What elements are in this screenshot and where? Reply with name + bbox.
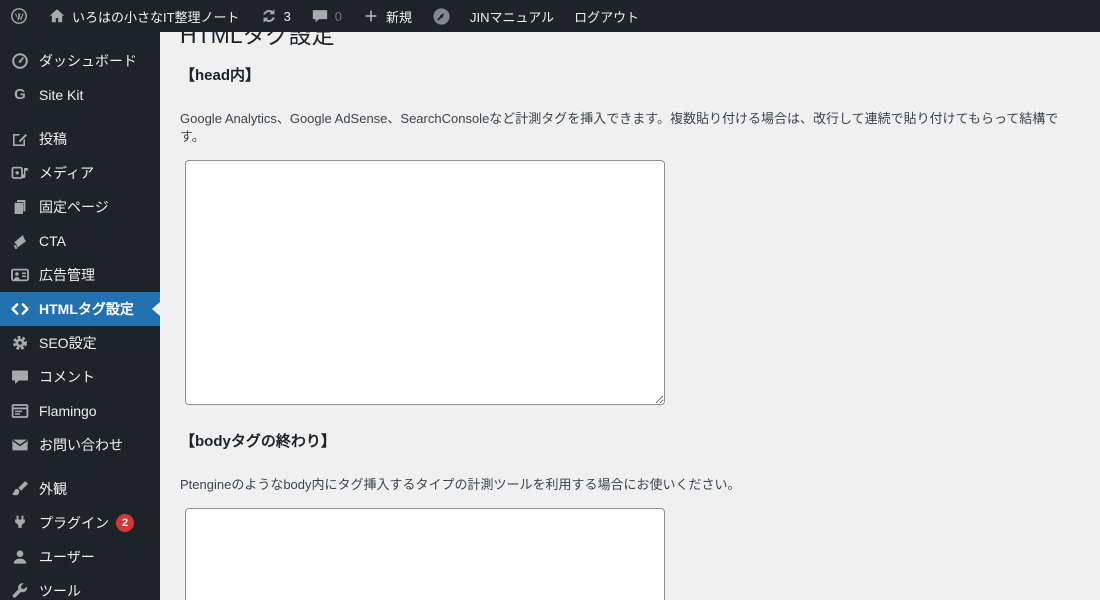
menu-separator	[0, 112, 160, 122]
comment-count: 0	[334, 8, 343, 24]
plugin-update-badge: 2	[116, 514, 134, 532]
sidebar-item-label: HTMLタグ設定	[39, 301, 134, 317]
sidebar-item-plugins[interactable]: プラグイン 2	[0, 506, 160, 540]
sidebar-item-label: コメント	[39, 369, 95, 385]
sidebar-item-label: プラグイン	[39, 515, 109, 531]
sidebar-item-flamingo[interactable]: Flamingo	[0, 394, 160, 428]
sidebar-item-label: CTA	[39, 233, 66, 249]
site-name: いろはの小さなIT整理ノート	[72, 9, 240, 25]
logout-label: ログアウト	[574, 9, 640, 25]
megaphone-icon	[10, 231, 30, 251]
feedback-icon	[10, 401, 30, 421]
sidebar-item-tools[interactable]: ツール	[0, 574, 160, 600]
comments-button[interactable]: 0	[301, 0, 352, 32]
wordpress-logo-icon	[10, 7, 28, 25]
sidebar-item-seo-settings[interactable]: SEO設定	[0, 326, 160, 360]
dashboard-icon	[10, 51, 30, 71]
sidebar-item-label: ダッシュボード	[39, 53, 137, 69]
sidebar-item-label: お問い合わせ	[39, 437, 123, 453]
wordpress-menu-button[interactable]	[0, 0, 38, 32]
site-name-link[interactable]: いろはの小さなIT整理ノート	[38, 0, 250, 32]
new-content-button[interactable]: 新規	[352, 0, 422, 32]
sidebar-item-label: 固定ページ	[39, 199, 109, 215]
sidebar-item-label: ユーザー	[39, 549, 95, 565]
admin-bar: いろはの小さなIT整理ノート 3 0 新規 JINマニュアル ログアウト	[0, 0, 1100, 32]
sidebar-item-label: ツール	[39, 583, 81, 599]
head-section-heading: 【head内】	[180, 66, 261, 84]
post-icon	[10, 129, 30, 149]
sidebar-item-ad-management[interactable]: 広告管理	[0, 258, 160, 292]
sidebar-item-media[interactable]: メディア	[0, 156, 160, 190]
sidebar-item-comments[interactable]: コメント	[0, 360, 160, 394]
logout-link[interactable]: ログアウト	[564, 0, 649, 32]
updates-icon	[260, 7, 278, 25]
user-icon	[10, 547, 30, 567]
sidebar-item-label: 広告管理	[39, 267, 95, 283]
site-kit-bar-button[interactable]	[422, 0, 460, 32]
sidebar-item-cta[interactable]: CTA	[0, 224, 160, 258]
body-tags-textarea[interactable]	[185, 508, 665, 600]
head-tags-textarea[interactable]	[185, 160, 665, 406]
code-icon	[10, 299, 30, 319]
sidebar-item-pages[interactable]: 固定ページ	[0, 190, 160, 224]
sidebar-item-label: 投稿	[39, 131, 67, 147]
wrench-icon	[10, 581, 30, 600]
body-section-description: Ptengineのようなbody内にタグ挿入するタイプの計測ツールを利用する場合…	[180, 477, 741, 493]
sidebar-item-html-tag-settings[interactable]: HTMLタグ設定	[0, 292, 160, 326]
sidebar-item-posts[interactable]: 投稿	[0, 122, 160, 156]
comments-icon	[311, 7, 329, 25]
admin-sidebar: ダッシュボード G Site Kit 投稿 メディア 固定ページ CTA 広告管…	[0, 32, 160, 600]
sidebar-item-contact[interactable]: お問い合わせ	[0, 428, 160, 462]
sidebar-item-label: 外観	[39, 481, 67, 497]
paintbrush-icon	[10, 479, 30, 499]
pages-icon	[10, 197, 30, 217]
new-label: 新規	[386, 9, 413, 25]
google-g-icon: G	[14, 86, 26, 103]
plus-icon	[362, 7, 380, 25]
email-icon	[10, 435, 30, 455]
sidebar-item-site-kit[interactable]: G Site Kit	[0, 78, 160, 112]
sidebar-item-users[interactable]: ユーザー	[0, 540, 160, 574]
menu-separator	[0, 462, 160, 472]
sidebar-item-label: SEO設定	[39, 335, 97, 351]
site-kit-gauge-icon	[432, 7, 450, 25]
jin-manual-link[interactable]: JINマニュアル	[460, 0, 564, 32]
media-icon	[10, 163, 30, 183]
sidebar-item-dashboard[interactable]: ダッシュボード	[0, 44, 160, 78]
sidebar-item-appearance[interactable]: 外観	[0, 472, 160, 506]
body-section-heading: 【bodyタグの終わり】	[180, 433, 336, 451]
gear-icon	[10, 333, 30, 353]
main-content: HTMLタグ設定 【head内】 Google Analytics、Google…	[160, 0, 1100, 600]
sidebar-item-label: Flamingo	[39, 403, 97, 419]
comment-icon	[10, 367, 30, 387]
sidebar-item-label: Site Kit	[39, 87, 84, 103]
jin-manual-label: JINマニュアル	[470, 9, 555, 25]
plugin-icon	[10, 513, 30, 533]
home-icon	[48, 7, 66, 25]
head-section-description: Google Analytics、Google AdSense、SearchCo…	[180, 110, 1059, 145]
update-count: 3	[283, 8, 291, 24]
body-tags-section: 【bodyタグの終わり】 Ptengineのようなbody内にタグ挿入するタイプ…	[180, 431, 1080, 600]
sidebar-item-label: メディア	[39, 165, 95, 181]
head-tags-section: 【head内】 Google Analytics、Google AdSense、…	[180, 65, 1080, 406]
updates-button[interactable]: 3	[250, 0, 301, 32]
current-item-arrow	[152, 302, 160, 316]
id-card-icon	[10, 265, 30, 285]
